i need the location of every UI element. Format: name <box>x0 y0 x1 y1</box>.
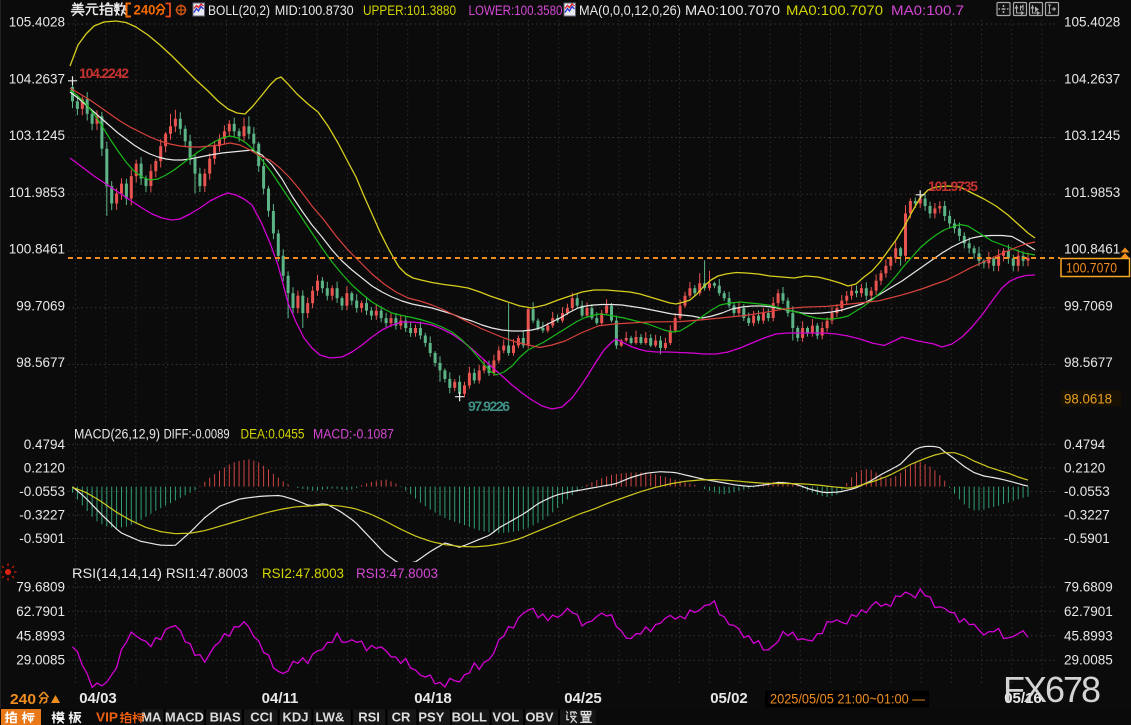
svg-text:2025/05/05 21:00~01:00 —: 2025/05/05 21:00~01:00 — <box>770 691 925 707</box>
svg-text:-0.3227: -0.3227 <box>19 508 65 523</box>
svg-text:100.8461: 100.8461 <box>9 242 65 257</box>
svg-text:103.1245: 103.1245 <box>9 128 65 143</box>
svg-text:RSI3:47.8003: RSI3:47.8003 <box>356 566 438 581</box>
svg-text:29.0085: 29.0085 <box>1064 653 1113 668</box>
svg-text:45.8993: 45.8993 <box>1064 628 1113 643</box>
svg-text:RSI(14,14,14): RSI(14,14,14) <box>72 566 162 581</box>
svg-text:100.8461: 100.8461 <box>1064 242 1120 257</box>
svg-text:104.2242: 104.2242 <box>79 65 129 81</box>
svg-text:CCI: CCI <box>250 710 272 725</box>
svg-text:MA0:100.7070: MA0:100.7070 <box>685 3 780 18</box>
svg-text:DEA:0.0455: DEA:0.0455 <box>241 427 305 442</box>
svg-text:104.2637: 104.2637 <box>9 71 65 86</box>
svg-text:100.7070: 100.7070 <box>1066 260 1117 276</box>
svg-text:99.7069: 99.7069 <box>1064 298 1113 313</box>
svg-text:104.2637: 104.2637 <box>1064 71 1120 86</box>
svg-text:98.5677: 98.5677 <box>1064 355 1113 370</box>
svg-text:OBV: OBV <box>525 710 554 725</box>
svg-text:MA(0,0,0,12,0,26): MA(0,0,0,12,0,26) <box>579 3 681 18</box>
svg-text:79.6809: 79.6809 <box>1064 580 1113 595</box>
svg-text:BOLL: BOLL <box>452 710 487 725</box>
svg-text:45.8993: 45.8993 <box>16 628 65 643</box>
svg-text:RSI: RSI <box>358 710 380 725</box>
svg-text:0.2120: 0.2120 <box>1064 460 1105 475</box>
svg-text:RSI1:47.8003: RSI1:47.8003 <box>166 566 248 581</box>
svg-text:MID:100.8730: MID:100.8730 <box>275 3 354 18</box>
svg-text:105.4028: 105.4028 <box>9 15 65 30</box>
svg-text:MACD(26,12,9): MACD(26,12,9) <box>74 427 160 442</box>
svg-text:240: 240 <box>10 691 36 708</box>
svg-text:BOLL(20,2): BOLL(20,2) <box>208 3 270 18</box>
svg-text:101.9853: 101.9853 <box>1064 185 1120 200</box>
svg-text:101.9853: 101.9853 <box>9 185 65 200</box>
svg-text:MA0:100.7070: MA0:100.7070 <box>786 3 883 18</box>
svg-text:LOWER:100.3580: LOWER:100.3580 <box>469 3 563 18</box>
svg-text:04/25: 04/25 <box>564 690 602 707</box>
svg-text:-0.5901: -0.5901 <box>1064 531 1110 546</box>
svg-text:-0.0553: -0.0553 <box>19 484 65 499</box>
svg-text:04/11: 04/11 <box>262 690 299 707</box>
svg-text:BIAS: BIAS <box>210 710 241 725</box>
svg-text:04/03: 04/03 <box>79 690 117 707</box>
svg-text:05/02: 05/02 <box>710 690 748 707</box>
svg-text:62.7901: 62.7901 <box>16 604 65 619</box>
svg-text:99.7069: 99.7069 <box>16 298 65 313</box>
svg-text:RSI2:47.8003: RSI2:47.8003 <box>262 566 344 581</box>
svg-text:-0.3227: -0.3227 <box>1064 508 1110 523</box>
svg-text:98.0618: 98.0618 <box>1064 392 1112 407</box>
svg-text:VIP: VIP <box>96 710 118 725</box>
svg-text:97.9226: 97.9226 <box>468 398 510 414</box>
svg-text:LW&: LW& <box>315 710 344 725</box>
svg-text:101.9735: 101.9735 <box>928 178 978 194</box>
svg-text:KDJ: KDJ <box>282 710 308 725</box>
svg-text:MACD: MACD <box>165 710 204 725</box>
svg-text:79.6809: 79.6809 <box>16 580 65 595</box>
svg-text:0.4794: 0.4794 <box>1064 437 1106 452</box>
svg-text:103.1245: 103.1245 <box>1064 128 1120 143</box>
svg-text:FX678: FX678 <box>1003 669 1101 710</box>
svg-text:105.4028: 105.4028 <box>1064 15 1120 30</box>
svg-text:04/18: 04/18 <box>414 690 452 707</box>
svg-text:98.5677: 98.5677 <box>16 355 65 370</box>
svg-text:DIFF:-0.0089: DIFF:-0.0089 <box>164 427 230 442</box>
svg-text:MA0:100.7: MA0:100.7 <box>891 3 964 18</box>
svg-text:240: 240 <box>134 2 156 18</box>
svg-text:0.2120: 0.2120 <box>24 460 65 475</box>
svg-text:MACD:-0.1087: MACD:-0.1087 <box>313 427 394 442</box>
svg-text:29.0085: 29.0085 <box>16 653 65 668</box>
svg-text:0.4794: 0.4794 <box>24 437 66 452</box>
svg-text:CR: CR <box>392 710 411 725</box>
svg-text:62.7901: 62.7901 <box>1064 604 1113 619</box>
svg-text:PSY: PSY <box>418 710 444 725</box>
svg-text:VOL: VOL <box>492 710 519 725</box>
svg-text:-0.5901: -0.5901 <box>19 531 65 546</box>
svg-text:UPPER:101.3880: UPPER:101.3880 <box>363 3 456 18</box>
svg-text:-0.0553: -0.0553 <box>1064 484 1110 499</box>
